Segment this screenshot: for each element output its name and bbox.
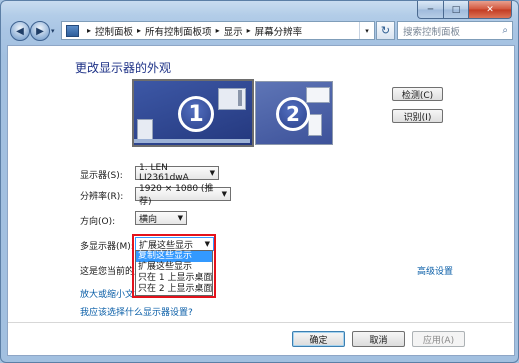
ok-button[interactable]: 确定 xyxy=(292,331,345,347)
chevron-down-icon: ▼ xyxy=(204,240,210,248)
chevron-down-icon: ▼ xyxy=(209,169,215,177)
orientation-select[interactable]: 横向 ▼ xyxy=(135,211,187,225)
breadcrumb-separator-icon[interactable]: ▸ xyxy=(216,26,220,35)
detect-button[interactable]: 检测(C) xyxy=(392,87,443,101)
help-link[interactable]: 我应该选择什么显示器设置? xyxy=(80,305,193,318)
cancel-button[interactable]: 取消 xyxy=(352,331,405,347)
breadcrumb-display[interactable]: 显示 xyxy=(224,24,243,38)
forward-arrow-icon[interactable]: ▶ xyxy=(30,21,50,41)
multi-display-select-value: 扩展这些显示 xyxy=(139,240,194,251)
recent-pages-chevron-icon[interactable]: ▾ xyxy=(51,27,55,35)
footer-divider xyxy=(8,322,512,323)
taskbar-thumbnail xyxy=(134,139,250,143)
refresh-icon[interactable]: ↻ xyxy=(376,21,395,40)
orientation-label: 方向(O): xyxy=(80,217,116,227)
breadcrumb-separator-icon[interactable]: ▸ xyxy=(247,26,251,35)
option-duplicate[interactable]: 复制这些显示 xyxy=(136,251,212,262)
window-thumbnail xyxy=(308,114,322,136)
chevron-down-icon: ▼ xyxy=(221,190,227,198)
breadcrumb-all-items[interactable]: 所有控制面板项 xyxy=(145,24,212,38)
multi-display-options-list: 复制这些显示 扩展这些显示 只在 1 上显示桌面 只在 2 上显示桌面 xyxy=(135,250,213,296)
enlarge-text-link[interactable]: 放大或缩小文本 xyxy=(80,287,143,300)
close-icon[interactable]: ✕ xyxy=(469,1,512,19)
apply-button[interactable]: 应用(A) xyxy=(412,331,465,347)
display-label: 显示器(S): xyxy=(80,171,123,181)
address-bar[interactable]: ▸ 控制面板 ▸ 所有控制面板项 ▸ 显示 ▸ 屏幕分辨率 ▾ xyxy=(61,21,375,40)
control-panel-icon xyxy=(66,24,79,37)
maximize-icon[interactable]: □ xyxy=(444,1,469,19)
resolution-select-value: 1920 × 1080 (推荐) xyxy=(139,184,214,207)
breadcrumb-separator-icon[interactable]: ▸ xyxy=(87,26,91,35)
minimize-icon[interactable]: ─ xyxy=(417,1,444,19)
search-icon[interactable]: ⌕ xyxy=(502,25,508,36)
display-select[interactable]: 1. LEN LI2361dwA ▼ xyxy=(135,163,219,183)
breadcrumb-screen-resolution[interactable]: 屏幕分辨率 xyxy=(255,24,303,38)
multi-display-label: 多显示器(M): xyxy=(80,242,134,252)
control-panel-window: ─ □ ✕ ◀ ▶ ▾ ▸ 控制面板 ▸ 所有控制面板项 ▸ 显示 ▸ 屏幕分辨… xyxy=(0,0,519,363)
option-only-2[interactable]: 只在 2 上显示桌面 xyxy=(136,284,212,295)
address-dropdown-icon[interactable]: ▾ xyxy=(359,22,374,39)
monitor-2-number: 2 xyxy=(276,97,310,131)
resolution-select[interactable]: 1920 × 1080 (推荐) ▼ xyxy=(135,184,231,207)
monitor-1-number: 1 xyxy=(178,96,214,132)
back-arrow-icon[interactable]: ◀ xyxy=(10,21,30,41)
resolution-label: 分辨率(R): xyxy=(80,192,124,202)
breadcrumb-control-panel[interactable]: 控制面板 xyxy=(95,24,133,38)
window-thumbnail-scrollbar xyxy=(238,90,242,106)
desktop-icon-thumbnail xyxy=(137,119,153,141)
main-display-text: 这是您当前的主 xyxy=(80,267,144,277)
option-extend[interactable]: 扩展这些显示 xyxy=(136,262,212,273)
window-thumbnail xyxy=(306,87,330,103)
display-select-value: 1. LEN LI2361dwA xyxy=(139,163,189,183)
option-only-1[interactable]: 只在 1 上显示桌面 xyxy=(136,273,212,284)
monitor-1-thumbnail[interactable]: 1 xyxy=(132,79,254,147)
chevron-down-icon: ▼ xyxy=(177,214,183,222)
breadcrumb-separator-icon[interactable]: ▸ xyxy=(137,26,141,35)
monitor-2-thumbnail[interactable]: 2 xyxy=(255,81,333,145)
identify-button[interactable]: 识别(I) xyxy=(392,109,443,123)
search-input[interactable]: 搜索控制面板 ⌕ xyxy=(397,21,513,40)
orientation-select-value: 横向 xyxy=(139,214,158,225)
search-placeholder: 搜索控制面板 xyxy=(403,26,461,38)
window-caption-buttons: ─ □ ✕ xyxy=(417,1,512,19)
multi-display-select[interactable]: 扩展这些显示 ▼ xyxy=(135,237,214,251)
advanced-settings-link[interactable]: 高级设置 xyxy=(417,264,453,277)
page-title: 更改显示器的外观 xyxy=(75,61,172,75)
